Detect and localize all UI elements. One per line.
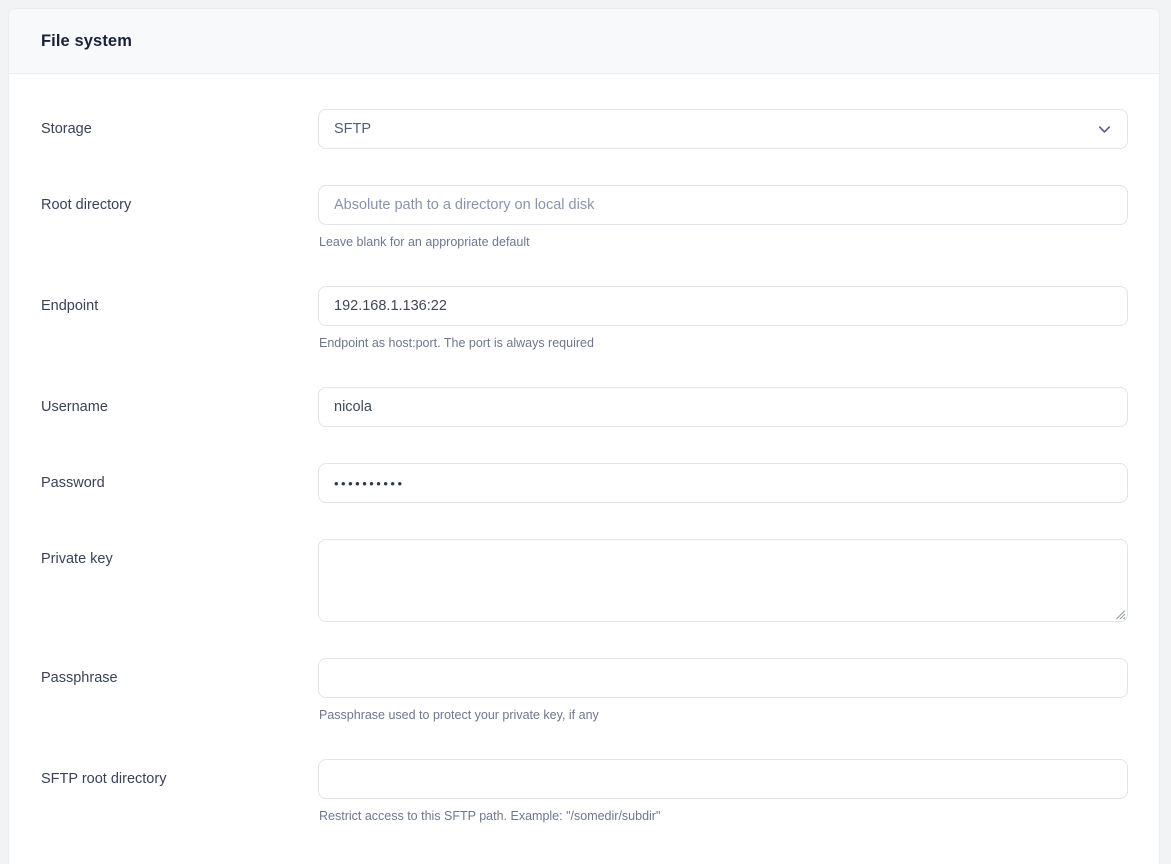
resize-handle-icon[interactable]: [1113, 607, 1126, 620]
endpoint-label: Endpoint: [41, 286, 318, 316]
sftp-root-directory-hint: Restrict access to this SFTP path. Examp…: [319, 809, 1128, 824]
sftp-root-directory-input[interactable]: [318, 759, 1128, 799]
form-row-sftp-root-directory: SFTP root directory Restrict access to t…: [41, 759, 1128, 824]
root-directory-label: Root directory: [41, 185, 318, 215]
form-row-password: Password: [41, 463, 1128, 503]
form-row-root-directory: Root directory Leave blank for an approp…: [41, 185, 1128, 250]
passphrase-label: Passphrase: [41, 658, 318, 688]
form-row-endpoint: Endpoint Endpoint as host:port. The port…: [41, 286, 1128, 351]
file-system-form: Storage SFTP Root directory Leave blank …: [9, 74, 1159, 864]
private-key-textarea[interactable]: [318, 539, 1128, 622]
panel-header: File system: [9, 9, 1159, 74]
passphrase-hint: Passphrase used to protect your private …: [319, 708, 1128, 723]
private-key-label: Private key: [41, 539, 318, 569]
file-system-panel: File system Storage SFTP Root directory: [8, 8, 1160, 864]
password-input[interactable]: [318, 463, 1128, 503]
username-input[interactable]: [318, 387, 1128, 427]
form-row-storage: Storage SFTP: [41, 109, 1128, 149]
form-row-passphrase: Passphrase Passphrase used to protect yo…: [41, 658, 1128, 723]
username-label: Username: [41, 387, 318, 417]
form-row-username: Username: [41, 387, 1128, 427]
endpoint-input[interactable]: [318, 286, 1128, 326]
root-directory-input[interactable]: [318, 185, 1128, 225]
passphrase-input[interactable]: [318, 658, 1128, 698]
storage-label: Storage: [41, 109, 318, 139]
panel-title: File system: [41, 32, 132, 51]
sftp-root-directory-label: SFTP root directory: [41, 759, 318, 789]
password-label: Password: [41, 463, 318, 493]
storage-select[interactable]: SFTP: [318, 109, 1128, 149]
form-row-private-key: Private key: [41, 539, 1128, 622]
endpoint-hint: Endpoint as host:port. The port is alway…: [319, 336, 1128, 351]
root-directory-hint: Leave blank for an appropriate default: [319, 235, 1128, 250]
